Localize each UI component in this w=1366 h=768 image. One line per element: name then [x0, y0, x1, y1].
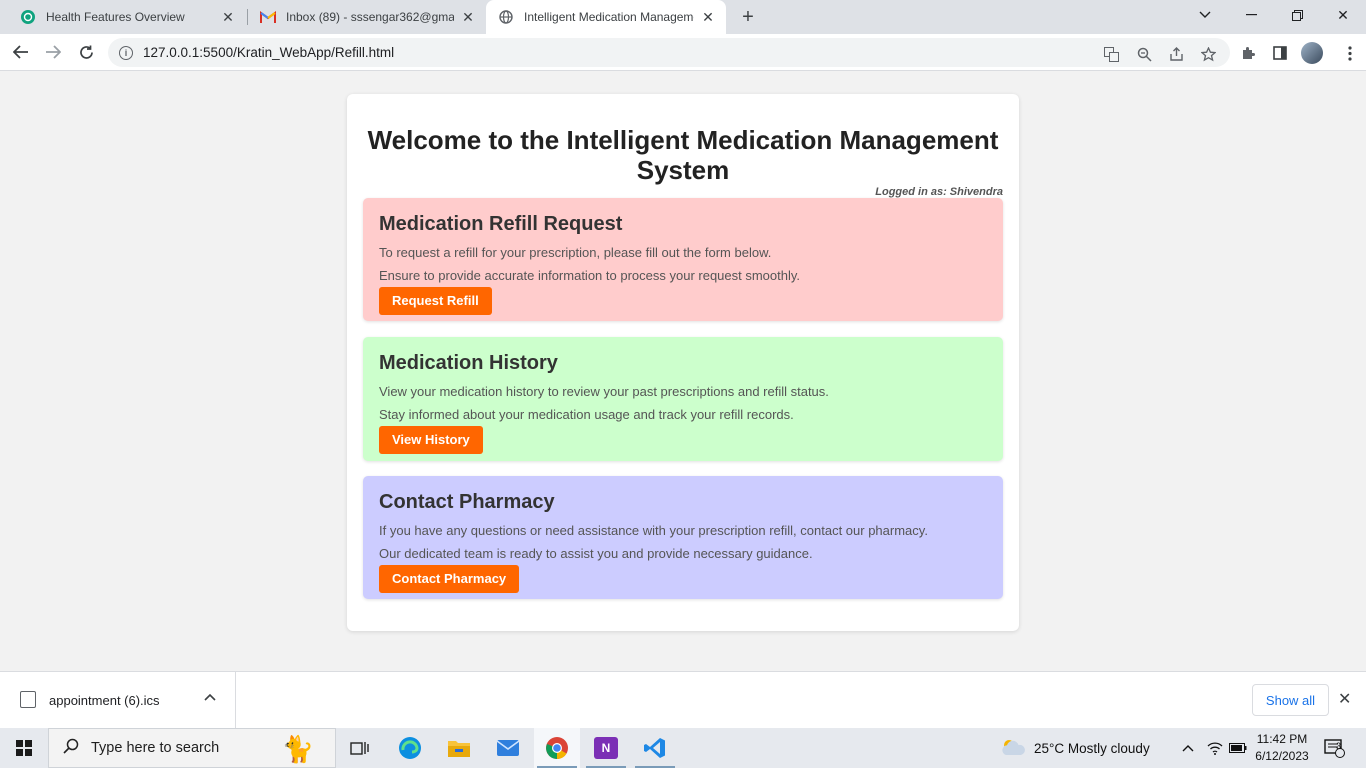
- show-all-downloads-button[interactable]: Show all: [1252, 684, 1329, 716]
- search-placeholder: Type here to search: [91, 740, 220, 756]
- contact-pharmacy-card: Contact Pharmacy If you have any questio…: [363, 476, 1003, 599]
- download-item[interactable]: appointment (6).ics: [0, 672, 236, 729]
- card-title: Medication History: [379, 352, 558, 374]
- cat-illustration-icon: 🐈: [281, 733, 315, 764]
- browser-toolbar: i 127.0.0.1:5500/Kratin_WebApp/Refill.ht…: [0, 34, 1366, 71]
- system-clock[interactable]: 11:42 PM 6/12/2023: [1252, 731, 1312, 765]
- tab-gmail-inbox[interactable]: Inbox (89) - sssengar362@gmail.com ✕: [248, 0, 486, 34]
- tab-title: Health Features Overview: [46, 10, 185, 24]
- contact-pharmacy-button[interactable]: Contact Pharmacy: [379, 565, 520, 593]
- tab-health-features[interactable]: Health Features Overview ✕: [8, 0, 246, 34]
- card-title: Medication Refill Request: [379, 213, 623, 235]
- tab-title: Inbox (89) - sssengar362@gmail.com: [286, 10, 454, 24]
- download-filename[interactable]: appointment (6).ics: [49, 693, 160, 708]
- back-arrow-icon[interactable]: [8, 39, 34, 65]
- browser-tab-strip: Health Features Overview ✕ Inbox (89) - …: [0, 0, 1366, 34]
- mail-icon[interactable]: [485, 728, 531, 768]
- task-view-icon[interactable]: [337, 728, 383, 768]
- windows-start-icon[interactable]: [0, 728, 48, 768]
- new-tab-plus-icon[interactable]: +: [737, 6, 759, 28]
- card-text: If you have any questions or need assist…: [379, 523, 928, 538]
- weather-text: 25°C Mostly cloudy: [1034, 740, 1150, 756]
- vscode-icon[interactable]: [632, 728, 678, 768]
- close-window-icon[interactable]: ✕: [1320, 0, 1366, 30]
- notification-center-icon[interactable]: 3: [1324, 728, 1346, 768]
- chevron-up-icon[interactable]: [204, 690, 216, 704]
- extensions-puzzle-icon[interactable]: [1238, 43, 1258, 63]
- clock-time: 11:42 PM: [1256, 732, 1308, 746]
- side-panel-icon[interactable]: [1270, 43, 1290, 63]
- menu-kebab-icon[interactable]: [1340, 43, 1360, 63]
- reload-icon[interactable]: [73, 39, 99, 65]
- site-info-icon[interactable]: i: [119, 45, 133, 60]
- weather-widget[interactable]: 25°C Mostly cloudy: [1000, 728, 1150, 768]
- close-download-bar-icon[interactable]: ✕: [1338, 689, 1351, 709]
- page-viewport: Welcome to the Intelligent Medication Ma…: [0, 71, 1366, 671]
- logged-in-label: Logged in as: Shivendra: [875, 186, 1003, 198]
- card-title: Contact Pharmacy: [379, 491, 555, 513]
- page-title: Welcome to the Intelligent Medication Ma…: [347, 125, 1019, 185]
- card-text: To request a refill for your prescriptio…: [379, 245, 772, 260]
- zoom-icon[interactable]: [1135, 45, 1153, 63]
- request-refill-button[interactable]: Request Refill: [379, 287, 492, 315]
- calendar-file-icon: [20, 691, 36, 708]
- close-tab-icon[interactable]: ✕: [460, 9, 476, 25]
- close-tab-icon[interactable]: ✕: [220, 9, 236, 25]
- page-title-line2: System: [636, 155, 730, 185]
- card-text: Ensure to provide accurate information t…: [379, 268, 801, 283]
- translate-icon[interactable]: [1102, 45, 1120, 63]
- forward-arrow-icon[interactable]: [40, 39, 66, 65]
- show-hidden-icons-chevron-icon[interactable]: [1182, 728, 1194, 768]
- view-history-button[interactable]: View History: [379, 426, 483, 454]
- globe-icon: [498, 9, 514, 25]
- minimize-icon[interactable]: [1228, 0, 1274, 30]
- card-text: Our dedicated team is ready to assist yo…: [379, 546, 813, 561]
- restore-icon[interactable]: [1274, 0, 1320, 30]
- notification-count-badge: 3: [1336, 741, 1342, 751]
- edge-browser-icon[interactable]: [387, 728, 433, 768]
- gmail-icon: [260, 9, 276, 25]
- medication-history-card: Medication History View your medication …: [363, 337, 1003, 461]
- url-text[interactable]: 127.0.0.1:5500/Kratin_WebApp/Refill.html: [143, 45, 394, 60]
- main-container: Welcome to the Intelligent Medication Ma…: [347, 94, 1019, 631]
- chatgpt-icon: [20, 9, 36, 25]
- share-icon[interactable]: [1167, 45, 1185, 63]
- page-title-line1: Welcome to the Intelligent Medication Ma…: [367, 125, 999, 155]
- bookmark-star-icon[interactable]: [1199, 45, 1217, 63]
- windows-taskbar: Type here to search 🐈 N 25°C Mostly clou…: [0, 728, 1366, 768]
- tab-search-chevron-icon[interactable]: [1182, 0, 1228, 30]
- profile-avatar[interactable]: [1301, 42, 1323, 64]
- refill-request-card: Medication Refill Request To request a r…: [363, 198, 1003, 321]
- card-text: Stay informed about your medication usag…: [379, 407, 794, 422]
- tab-title: Intelligent Medication Management System: [524, 10, 694, 24]
- tab-medication-management[interactable]: Intelligent Medication Management System…: [486, 0, 726, 34]
- close-tab-icon[interactable]: ✕: [700, 9, 716, 25]
- cloudy-weather-icon: [1000, 737, 1026, 760]
- address-bar[interactable]: i 127.0.0.1:5500/Kratin_WebApp/Refill.ht…: [108, 38, 1230, 67]
- onenote-icon[interactable]: N: [583, 728, 629, 768]
- battery-icon[interactable]: [1229, 728, 1247, 768]
- search-icon: [63, 738, 79, 758]
- taskbar-search-input[interactable]: Type here to search 🐈: [48, 728, 336, 768]
- wifi-icon[interactable]: [1207, 728, 1223, 768]
- clock-date: 6/12/2023: [1255, 749, 1309, 763]
- file-explorer-icon[interactable]: [436, 728, 482, 768]
- download-bar: appointment (6).ics Show all ✕: [0, 671, 1366, 729]
- card-text: View your medication history to review y…: [379, 384, 829, 399]
- chrome-icon[interactable]: [534, 728, 580, 768]
